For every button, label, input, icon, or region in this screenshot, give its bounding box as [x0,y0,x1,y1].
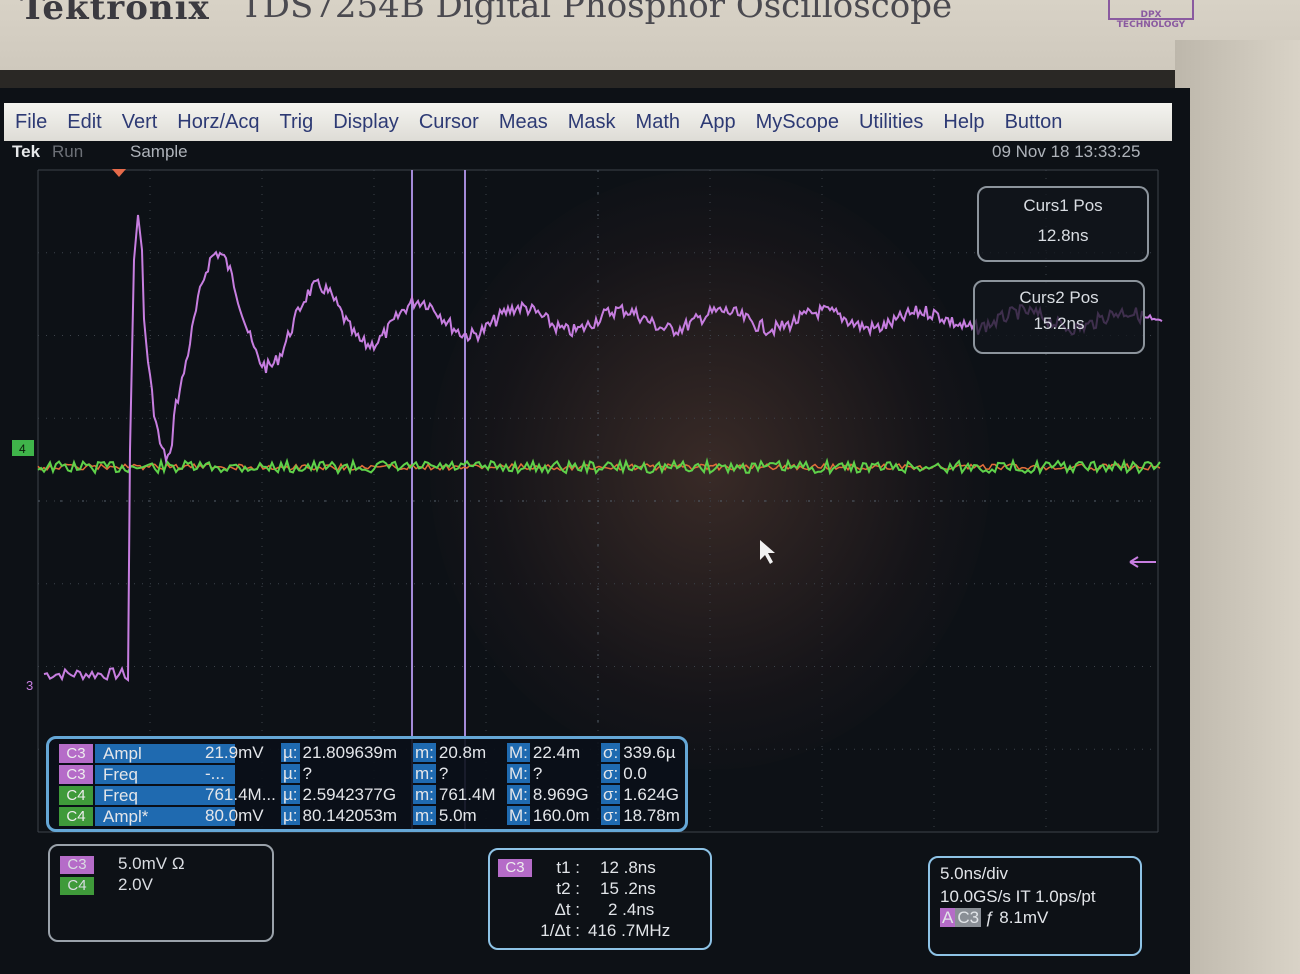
meas-mean: µ: 80.142053m [281,806,398,825]
meas-value: 21.9mV [205,743,264,762]
mouse-pointer-icon [760,540,775,564]
meas-min: m: 5.0m [413,806,477,825]
ch4-marker-label: 4 [19,442,26,456]
ch3-scale-row[interactable]: C3 5.0mV Ω [60,854,185,874]
bezel-side [1175,40,1300,974]
inv-delta-t-label: 1/Δt : [540,921,580,940]
trigger-level-arrow-icon[interactable] [1129,556,1156,568]
trigger-a-tag: A [940,908,956,927]
meas-mean: µ:? [281,764,312,783]
ch4-tag: C4 [60,877,94,895]
meas-sigma: σ: 339.6µ [601,743,676,762]
curs1-label: Curs1 Pos [1023,196,1103,215]
meas-value: 761.4M... [205,785,276,804]
trigger-ch-tag: C3 [955,908,982,927]
sample-rate: 10.0GS/s IT 1.0ps/pt [940,887,1096,906]
trigger-readout: A C3 ƒ 8.1mV [940,908,1048,928]
inv-delta-t-value: 416 .7MHz [588,921,671,940]
trigger-position-marker[interactable] [112,169,126,177]
ch3-tag: C3 [60,856,94,874]
time-per-div: 5.0ns/div [940,864,1009,883]
curs2-label: Curs2 Pos [1019,288,1099,307]
meas-min: m: 20.8m [413,743,487,762]
meas-mean: µ: 21.809639m [281,743,398,762]
trigger-level: ƒ 8.1mV [985,908,1049,927]
graticule [37,169,1159,833]
t2-value: 15 .2ns [600,879,656,898]
delta-t-label: Δt : [554,900,580,919]
channel-tag: C3 [59,744,93,763]
delta-t-value: 2 .4ns [608,900,655,919]
meas-sigma: σ: 0.0 [601,764,647,783]
meas-row[interactable]: C3 Ampl 21.9mV µ: 21.809639m m: 20.8m M: 22… [55,743,687,763]
curs2-value: 15.2ns [1033,314,1085,333]
channel-scale-box[interactable]: C3 5.0mV Ω C4 2.0V [48,844,274,942]
meas-min: m:? [413,764,449,783]
meas-mean: µ: 2.5942377G [281,785,397,804]
t1-value: 12 .8ns [600,858,656,877]
measurement-panel[interactable]: C3 Ampl 21.9mV µ: 21.809639m m: 20.8m M: 22… [46,736,688,832]
meas-value: 80.0mV [205,806,264,825]
ch4-scale: 2.0V [118,875,153,894]
cursor-readout-box[interactable]: C3 t1 : 12 .8ns t2 : 15 .2ns Δt : 2 .4ns… [488,848,712,950]
meas-value: -... [205,764,225,783]
meas-sigma: σ: 18.78m [601,806,680,825]
horizontal-readout-box[interactable]: 5.0ns/div 10.0GS/s IT 1.0ps/pt A C3 ƒ 8.1m… [928,856,1142,956]
ch4-scale-row[interactable]: C4 2.0V [60,875,153,895]
t1-label: t1 : [556,858,580,877]
channel-tag: C4 [59,807,93,826]
meas-max: M: 160.0m [507,806,590,825]
meas-row[interactable]: C4 Ampl* 80.0mV µ: 80.142053m m: 5.0m M: 16… [55,806,687,826]
cursor-channel-tag: C3 [498,859,532,877]
meas-sigma: σ: 1.624G [601,785,679,804]
channel-tag: C4 [59,786,93,805]
meas-max: M:? [507,764,543,783]
ch3-marker-label: 3 [26,678,33,693]
curs1-pos-box[interactable]: Curs1 Pos 12.8ns [977,186,1149,262]
meas-max: M: 8.969G [507,785,589,804]
curs1-value: 12.8ns [1037,226,1089,245]
meas-max: M: 22.4m [507,743,581,762]
t2-label: t2 : [556,879,580,898]
meas-min: m: 761.4M [413,785,496,804]
meas-row[interactable]: C3 Freq -... µ:? m:? M:? σ: 0.0 [55,764,687,784]
curs2-pos-box[interactable]: Curs2 Pos 15.2ns [973,280,1145,354]
ch3-scale: 5.0mV Ω [118,854,185,873]
meas-row[interactable]: C4 Freq 761.4M... µ: 2.5942377G m: 761.4M … [55,785,687,805]
channel-tag: C3 [59,765,93,784]
